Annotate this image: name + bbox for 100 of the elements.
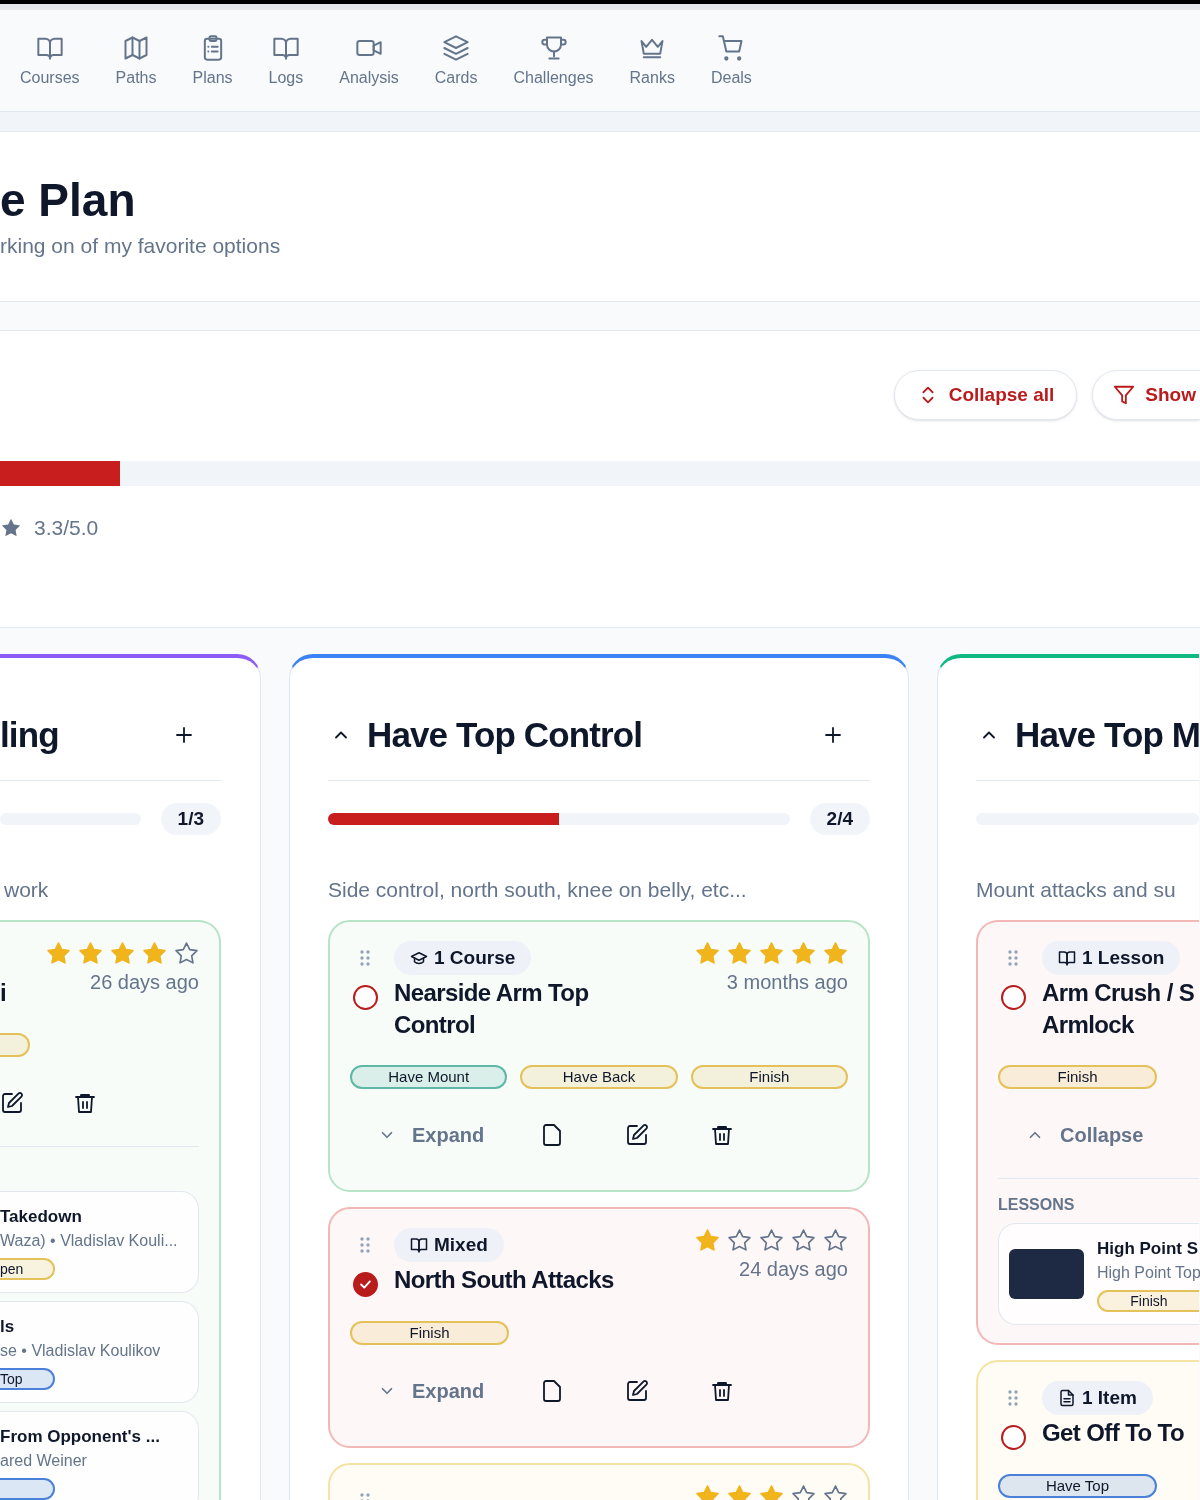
lesson-item[interactable]: ls se • Vladislav Koulikov Top <box>0 1301 199 1403</box>
lesson-item[interactable]: Takedown Waza) • Vladislav Kouli... pen <box>0 1191 199 1293</box>
document-icon <box>1058 1389 1076 1407</box>
completion-checkbox[interactable] <box>1000 985 1026 1010</box>
progress-count: 1/3 <box>160 803 221 835</box>
tag: pen <box>0 1258 55 1280</box>
lesson-title: From Opponent's ... <box>0 1426 161 1448</box>
book-icon <box>1058 949 1076 967</box>
card-title: Nearside Arm Top Control <box>394 978 590 1040</box>
star-filled-icon <box>759 941 784 966</box>
document-icon <box>540 1379 564 1403</box>
checkmark-icon <box>357 1277 373 1292</box>
delete-icon <box>73 1091 97 1115</box>
drag-handle-icon[interactable] <box>360 1237 370 1253</box>
card-timestamp: 26 days ago <box>90 970 199 995</box>
delete-icon <box>710 1123 734 1147</box>
content-badge: 1 Course <box>394 941 532 975</box>
card-timestamp: 24 days ago <box>739 1257 848 1282</box>
column-title: ling <box>0 714 60 756</box>
file-button[interactable] <box>540 1123 564 1147</box>
filter-button[interactable]: Show <box>1092 370 1200 420</box>
trash-button[interactable] <box>710 1123 734 1147</box>
nav-link[interactable]: Analysis <box>339 34 399 87</box>
progress-count: 2/4 <box>809 803 870 835</box>
nav-link[interactable]: Cards <box>434 34 478 87</box>
graduation-cap-icon <box>410 949 428 967</box>
content-badge: Mixed <box>394 1228 504 1262</box>
trash-button[interactable] <box>710 1379 734 1403</box>
edit-button[interactable] <box>0 1091 24 1115</box>
column-description: Side control, north south, knee on belly, etc... <box>328 877 748 903</box>
tag: Have Top <box>998 1474 1157 1498</box>
nav-link[interactable]: Paths <box>115 34 157 87</box>
edit-icon <box>0 1091 24 1115</box>
expand-toggle[interactable]: Collapse <box>1026 1120 1158 1150</box>
card-title: North South Attacks <box>394 1265 615 1295</box>
nav-link[interactable]: Deals <box>710 34 752 87</box>
star-empty-icon <box>791 1228 816 1253</box>
tag: Finish <box>350 1321 509 1345</box>
nav-link[interactable]: Ranks <box>629 34 675 87</box>
card-title: Arm Crush / S Armlock <box>1042 978 1196 1040</box>
trophy-icon <box>539 34 568 62</box>
tag: Have Mount <box>350 1065 508 1089</box>
edit-button[interactable] <box>625 1379 649 1403</box>
star-filled-icon <box>823 941 848 966</box>
edit-button[interactable] <box>625 1123 649 1147</box>
document-icon <box>540 1123 564 1147</box>
completion-checkbox[interactable] <box>1000 1425 1026 1450</box>
lesson-meta: High Point Top <box>1097 1263 1199 1283</box>
page-title: e Plan <box>0 173 137 228</box>
star-filled-icon <box>78 941 103 966</box>
column-description: work <box>3 877 50 903</box>
trash-button[interactable] <box>73 1091 97 1115</box>
star-empty-icon <box>823 1228 848 1253</box>
card-title: i <box>0 978 8 1008</box>
lesson-title: ls <box>0 1316 16 1338</box>
expand-toggle[interactable]: Expand <box>378 1376 510 1406</box>
rating-text: 3.3/5.0 <box>34 515 99 541</box>
delete-icon <box>710 1379 734 1403</box>
page-subtitle: rking on of my favorite options <box>0 233 282 259</box>
column-description: Mount attacks and su <box>976 877 1177 903</box>
star-filled-icon <box>142 941 167 966</box>
card-timestamp: 3 months ago <box>726 970 848 995</box>
lesson-item[interactable]: From Opponent's ... ared Weiner <box>0 1411 199 1500</box>
lesson-meta: ared Weiner <box>0 1451 88 1471</box>
star-filled-icon <box>695 1228 720 1253</box>
nav-link[interactable]: Plans <box>192 34 233 87</box>
lesson-title: Takedown <box>0 1206 83 1228</box>
book-icon <box>410 1236 428 1254</box>
star-filled-icon <box>46 941 71 966</box>
nav-link[interactable]: Logs <box>268 34 304 87</box>
drag-handle-icon[interactable] <box>360 950 370 966</box>
expand-toggle[interactable]: Expand <box>378 1120 510 1150</box>
column-title: Have Top M <box>1015 714 1200 756</box>
lesson-meta: se • Vladislav Koulikov <box>0 1341 162 1361</box>
star-empty-icon <box>727 1228 752 1253</box>
star-empty-icon <box>759 1228 784 1253</box>
lesson-meta: Waza) • Vladislav Kouli... <box>0 1231 179 1251</box>
tag: Finish <box>690 1065 848 1089</box>
drag-handle-icon[interactable] <box>1008 1390 1018 1406</box>
nav-link[interactable]: Challenges <box>513 34 594 87</box>
filter-icon <box>1113 384 1136 406</box>
star-filled-icon <box>110 941 135 966</box>
drag-handle-icon[interactable] <box>1008 950 1018 966</box>
collapse-all-button[interactable]: Collapse all <box>893 370 1078 420</box>
section-heading: LESSONS <box>998 1195 1076 1215</box>
lesson-title: High Point S <box>1097 1238 1199 1260</box>
completion-checkbox[interactable] <box>352 1272 378 1297</box>
star-empty-icon <box>174 941 199 966</box>
star-filled-icon <box>695 941 720 966</box>
layers-icon <box>442 34 471 62</box>
file-button[interactable] <box>540 1379 564 1403</box>
completion-checkbox[interactable] <box>352 985 378 1010</box>
tag: Finish <box>1097 1290 1199 1312</box>
tag: Have Back <box>520 1065 678 1089</box>
star-filled-icon <box>791 941 816 966</box>
lesson-item[interactable]: High Point S High Point Top Finish <box>998 1223 1199 1325</box>
nav-link[interactable]: Courses <box>20 34 80 87</box>
content-badge: 1 Item <box>1042 1381 1153 1415</box>
edit-icon <box>625 1123 649 1147</box>
edit-icon <box>625 1379 649 1403</box>
